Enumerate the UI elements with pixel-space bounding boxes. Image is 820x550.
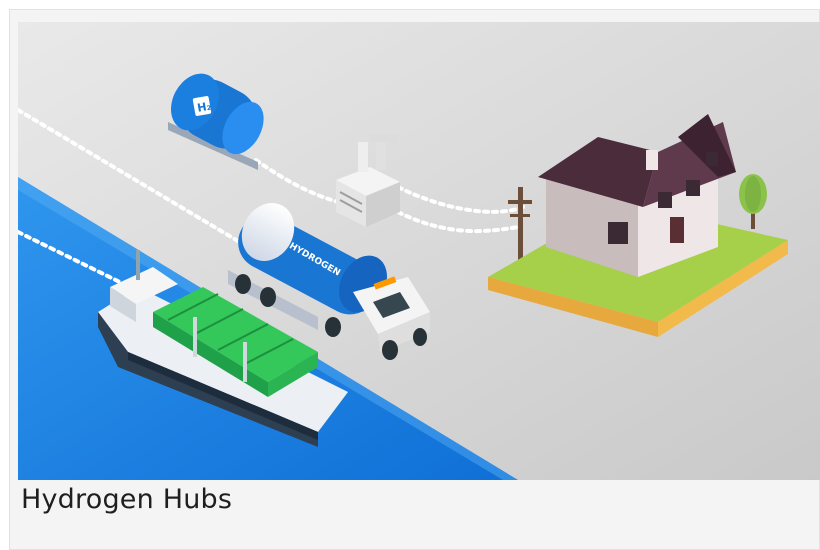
storage-tank-label: H₂ — [196, 99, 212, 114]
hydrogen-hub-illustration: H₂ HYDROGEN — [18, 22, 820, 480]
image-card: H₂ HYDROGEN Hydrogen Hubs — [9, 9, 820, 550]
image-caption: Hydrogen Hubs — [21, 484, 233, 515]
